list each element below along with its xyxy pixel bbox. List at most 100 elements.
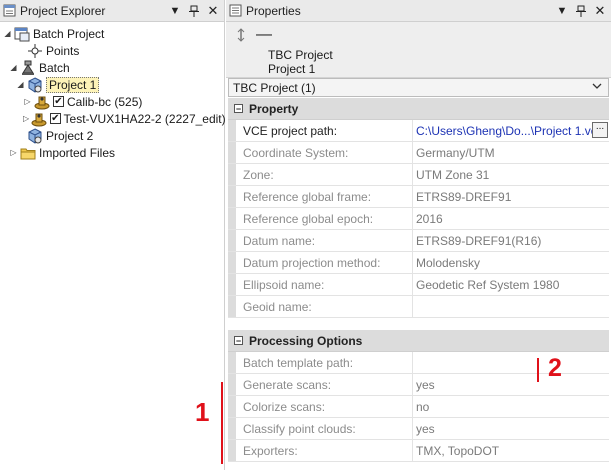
batch-icon <box>20 60 36 76</box>
collapse-icon[interactable]: ◢ <box>3 29 12 38</box>
category-processing-options[interactable]: − Processing Options <box>228 330 609 352</box>
checkbox[interactable]: ✔ <box>50 113 61 124</box>
explorer-header: Project Explorer ▼ ✕ <box>0 0 224 22</box>
tree-item-batch[interactable]: ◢ Batch <box>0 59 224 76</box>
object-type-label: TBC Project <box>268 48 333 62</box>
project-explorer-panel: Project Explorer ▼ ✕ ◢ Batch Project Poi… <box>0 0 226 470</box>
category-property[interactable]: − Property <box>228 98 609 120</box>
property-name: Classify point clouds: <box>236 418 413 439</box>
batch-project-icon <box>14 26 30 42</box>
minimize-icon[interactable]: — <box>256 26 272 44</box>
property-row[interactable]: Classify point clouds: yes <box>228 418 609 440</box>
property-value: ETRS89-DREF91 <box>416 189 512 204</box>
tree-item-imported-files[interactable]: ▷ Imported Files <box>0 144 224 161</box>
property-name: Reference global frame: <box>236 186 413 207</box>
properties-toolbar: — TBC Project Project 1 <box>226 22 611 78</box>
property-name: Datum name: <box>236 230 413 251</box>
property-row[interactable]: Reference global epoch: 2016 <box>228 208 609 230</box>
property-name: Batch template path: <box>236 352 413 373</box>
tree-item-label: Batch Project <box>33 26 105 41</box>
tree-item-label: Points <box>46 43 80 58</box>
property-value: yes <box>416 421 435 436</box>
sort-icon[interactable] <box>236 28 246 42</box>
property-name: VCE project path: <box>236 120 413 141</box>
vce-path-field[interactable]: C:\Users\Gheng\Do...\Project 1.vce ... <box>413 120 609 141</box>
tree-item-label: Imported Files <box>39 145 116 160</box>
property-value: C:\Users\Gheng\Do...\Project 1.vce <box>416 123 604 138</box>
checkbox[interactable]: ✔ <box>53 96 64 107</box>
tree-item-project-2[interactable]: Project 2 <box>0 127 224 144</box>
dropdown-icon[interactable]: ▼ <box>554 3 570 19</box>
properties-icon <box>229 4 242 17</box>
property-row-vce-path[interactable]: VCE project path: C:\Users\Gheng\Do...\P… <box>228 120 609 142</box>
close-icon[interactable]: ✕ <box>205 3 221 19</box>
object-selector-value: TBC Project (1) <box>233 80 316 95</box>
tree-item-label: Batch <box>39 60 70 75</box>
scanner-icon <box>34 94 50 110</box>
pin-icon[interactable] <box>573 3 589 19</box>
property-row[interactable]: Ellipsoid name: Geodetic Ref System 1980 <box>228 274 609 296</box>
chevron-down-icon <box>592 82 602 92</box>
tree-item-label: Test-VUX1HA22-2 (2227_edit) <box>63 111 226 126</box>
property-value: Geodetic Ref System 1980 <box>416 277 560 292</box>
properties-header: Properties ▼ ✕ <box>226 0 611 22</box>
project-tree: ◢ Batch Project Points ◢ Batch ◢ Project… <box>0 22 226 161</box>
property-name: Reference global epoch: <box>236 208 413 229</box>
property-name: Ellipsoid name: <box>236 274 413 295</box>
expand-icon[interactable]: ▷ <box>9 148 18 157</box>
property-row[interactable]: Datum name: ETRS89-DREF91(R16) <box>228 230 609 252</box>
property-value: Germany/UTM <box>416 145 495 160</box>
tree-item-calib-bc[interactable]: ▷ ✔ Calib-bc (525) <box>0 93 224 110</box>
property-value: ETRS89-DREF91(R16) <box>416 233 542 248</box>
close-icon[interactable]: ✕ <box>592 3 608 19</box>
property-row[interactable]: Colorize scans: no <box>228 396 609 418</box>
collapse-icon[interactable]: − <box>234 336 243 345</box>
property-value: yes <box>416 377 435 392</box>
tree-item-label: Project 2 <box>46 128 94 143</box>
expand-icon[interactable]: ▷ <box>23 114 29 123</box>
property-name: Coordinate System: <box>236 142 413 163</box>
property-name: Colorize scans: <box>236 396 413 417</box>
tree-item-test-vux[interactable]: ▷ ✔ Test-VUX1HA22-2 (2227_edit) <box>0 110 226 127</box>
property-row[interactable]: Reference global frame: ETRS89-DREF91 <box>228 186 609 208</box>
tree-item-label: Calib-bc (525) <box>67 94 143 109</box>
properties-title: Properties <box>246 3 301 18</box>
batch-template-field[interactable] <box>413 352 609 373</box>
explorer-title: Project Explorer <box>20 3 106 18</box>
annotation-number-2: 2 <box>548 354 562 382</box>
property-row[interactable]: Geoid name: <box>228 296 609 318</box>
tree-item-batch-project[interactable]: ◢ Batch Project <box>0 25 224 42</box>
property-name: Zone: <box>236 164 413 185</box>
pin-icon[interactable] <box>186 3 202 19</box>
property-value <box>413 296 609 317</box>
collapse-icon[interactable]: ◢ <box>16 80 25 89</box>
tree-item-points[interactable]: Points <box>0 42 224 59</box>
property-name: Exporters: <box>236 440 413 461</box>
property-row[interactable]: Datum projection method: Molodensky <box>228 252 609 274</box>
property-value: Molodensky <box>416 255 481 270</box>
property-name: Datum projection method: <box>236 252 413 273</box>
properties-panel: Properties ▼ ✕ — TBC Project Project 1 T… <box>226 0 611 470</box>
project-icon <box>27 127 43 144</box>
browse-button[interactable]: ... <box>592 122 608 138</box>
annotation-line-2 <box>537 358 539 382</box>
object-selector[interactable]: TBC Project (1) <box>228 78 609 97</box>
expand-icon[interactable]: ▷ <box>23 97 32 106</box>
property-name: Generate scans: <box>236 374 413 395</box>
property-row[interactable]: Coordinate System: Germany/UTM <box>228 142 609 164</box>
property-row[interactable]: Exporters: TMX, TopoDOT <box>228 440 609 462</box>
category-label: Processing Options <box>249 333 363 348</box>
dropdown-icon[interactable]: ▼ <box>167 3 183 19</box>
tree-item-label: Project 1 <box>46 76 100 93</box>
tree-item-project-1[interactable]: ◢ Project 1 <box>0 76 224 93</box>
property-grid: − Property VCE project path: C:\Users\Gh… <box>228 98 609 462</box>
collapse-icon[interactable]: ◢ <box>9 63 18 72</box>
category-label: Property <box>249 101 299 116</box>
collapse-icon[interactable]: − <box>234 104 243 113</box>
property-value: no <box>416 399 430 414</box>
project-icon <box>27 76 43 93</box>
annotation-number-1: 1 <box>195 397 210 427</box>
property-row[interactable]: Zone: UTM Zone 31 <box>228 164 609 186</box>
points-icon <box>27 43 43 59</box>
property-value: UTM Zone 31 <box>416 167 490 182</box>
